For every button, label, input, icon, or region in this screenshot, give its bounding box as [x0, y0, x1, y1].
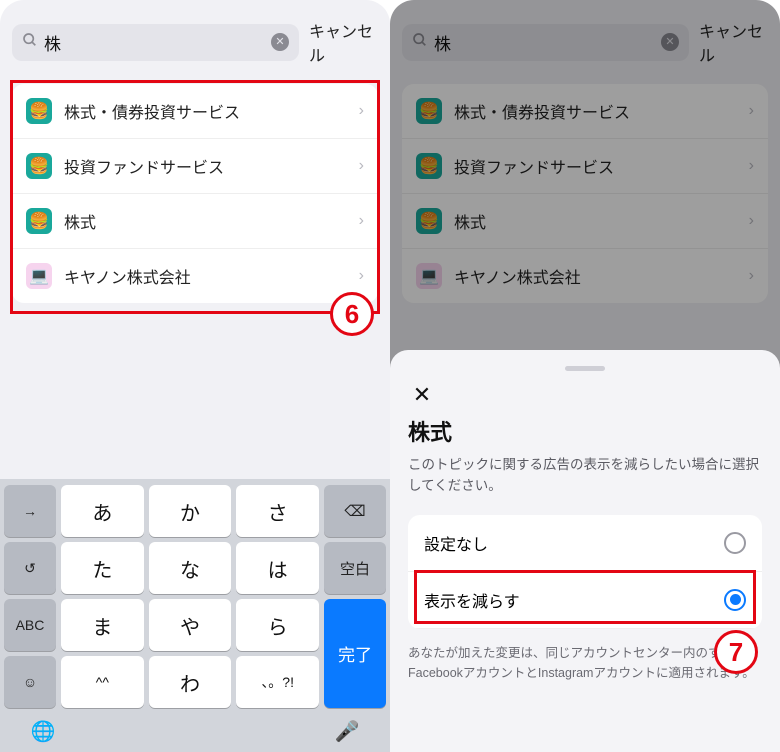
- search-results-list: 🍔 株式・債券投資サービス › 🍔 投資ファンドサービス › 🍔 株式 › 💻 …: [12, 84, 378, 303]
- result-label: 株式・債券投資サービス: [64, 99, 347, 123]
- close-button[interactable]: ✕: [408, 381, 436, 409]
- option-label: 設定なし: [424, 531, 488, 555]
- key-ha[interactable]: は: [236, 542, 319, 594]
- key-undo[interactable]: ↺: [4, 542, 56, 594]
- result-row[interactable]: 🍔 株式 ›: [12, 194, 378, 249]
- chevron-right-icon: ›: [359, 157, 364, 175]
- search-bar: ✕ キャンセル: [0, 0, 390, 78]
- key-a[interactable]: あ: [61, 485, 144, 537]
- key-emoji[interactable]: ☺: [4, 656, 56, 708]
- topic-settings-sheet: ✕ 株式 このトピックに関する広告の表示を減らしたい場合に選択してください。 設…: [390, 350, 780, 752]
- chevron-right-icon: ›: [359, 267, 364, 285]
- key-sa[interactable]: さ: [236, 485, 319, 537]
- mic-icon[interactable]: 🎤: [332, 716, 362, 746]
- key-punct[interactable]: 、。?!: [236, 656, 319, 708]
- key-abc[interactable]: ABC: [4, 599, 56, 651]
- globe-icon[interactable]: 🌐: [28, 716, 58, 746]
- chevron-right-icon: ›: [359, 102, 364, 120]
- key-na[interactable]: な: [149, 542, 232, 594]
- search-input[interactable]: [44, 32, 265, 52]
- onscreen-keyboard: → あ か さ ⌫ ↺ た な は 空白 ABC ま や ら 完了 ☺ ^^ わ…: [0, 479, 390, 752]
- cancel-button[interactable]: キャンセル: [305, 18, 378, 66]
- step-badge-6: 6: [330, 292, 374, 336]
- step-badge-7: 7: [714, 630, 758, 674]
- topic-icon: 🍔: [26, 208, 52, 234]
- sheet-title: 株式: [408, 415, 762, 447]
- search-field[interactable]: ✕: [12, 24, 299, 61]
- topic-icon: 💻: [26, 263, 52, 289]
- search-icon: [22, 32, 38, 53]
- clear-search-icon[interactable]: ✕: [271, 33, 289, 51]
- chevron-right-icon: ›: [359, 212, 364, 230]
- key-done[interactable]: 完了: [324, 599, 386, 708]
- result-row[interactable]: 💻 キヤノン株式会社 ›: [12, 249, 378, 303]
- sheet-subtitle: このトピックに関する広告の表示を減らしたい場合に選択してください。: [408, 455, 762, 497]
- result-label: 投資ファンドサービス: [64, 154, 347, 178]
- result-label: 株式: [64, 209, 347, 233]
- option-list: 設定なし 表示を減らす: [408, 515, 762, 629]
- key-backspace[interactable]: ⌫: [324, 485, 386, 537]
- topic-icon: 🍔: [26, 153, 52, 179]
- key-wa[interactable]: わ: [149, 656, 232, 708]
- sheet-handle[interactable]: [565, 366, 605, 371]
- key-ma[interactable]: ま: [61, 599, 144, 651]
- key-ya[interactable]: や: [149, 599, 232, 651]
- left-screenshot: ✕ キャンセル 🍔 株式・債券投資サービス › 🍔 投資ファンドサービス › 🍔…: [0, 0, 390, 752]
- key-arrow[interactable]: →: [4, 485, 56, 537]
- option-none[interactable]: 設定なし: [408, 515, 762, 572]
- option-reduce[interactable]: 表示を減らす: [408, 572, 762, 629]
- radio-unselected-icon: [724, 532, 746, 554]
- topic-icon: 🍔: [26, 98, 52, 124]
- key-caret[interactable]: ^^: [61, 656, 144, 708]
- sheet-footnote: あなたが加えた変更は、同じアカウントセンター内のすべてのFacebookアカウン…: [408, 643, 762, 683]
- result-row[interactable]: 🍔 株式・債券投資サービス ›: [12, 84, 378, 139]
- result-label: キヤノン株式会社: [64, 264, 347, 288]
- right-screenshot: ✕ キャンセル 🍔 株式・債券投資サービス › 🍔 投資ファンドサービス › 🍔…: [390, 0, 780, 752]
- key-ka[interactable]: か: [149, 485, 232, 537]
- key-ta[interactable]: た: [61, 542, 144, 594]
- key-ra[interactable]: ら: [236, 599, 319, 651]
- option-label: 表示を減らす: [424, 588, 520, 612]
- result-row[interactable]: 🍔 投資ファンドサービス ›: [12, 139, 378, 194]
- key-space[interactable]: 空白: [324, 542, 386, 594]
- radio-selected-icon: [724, 589, 746, 611]
